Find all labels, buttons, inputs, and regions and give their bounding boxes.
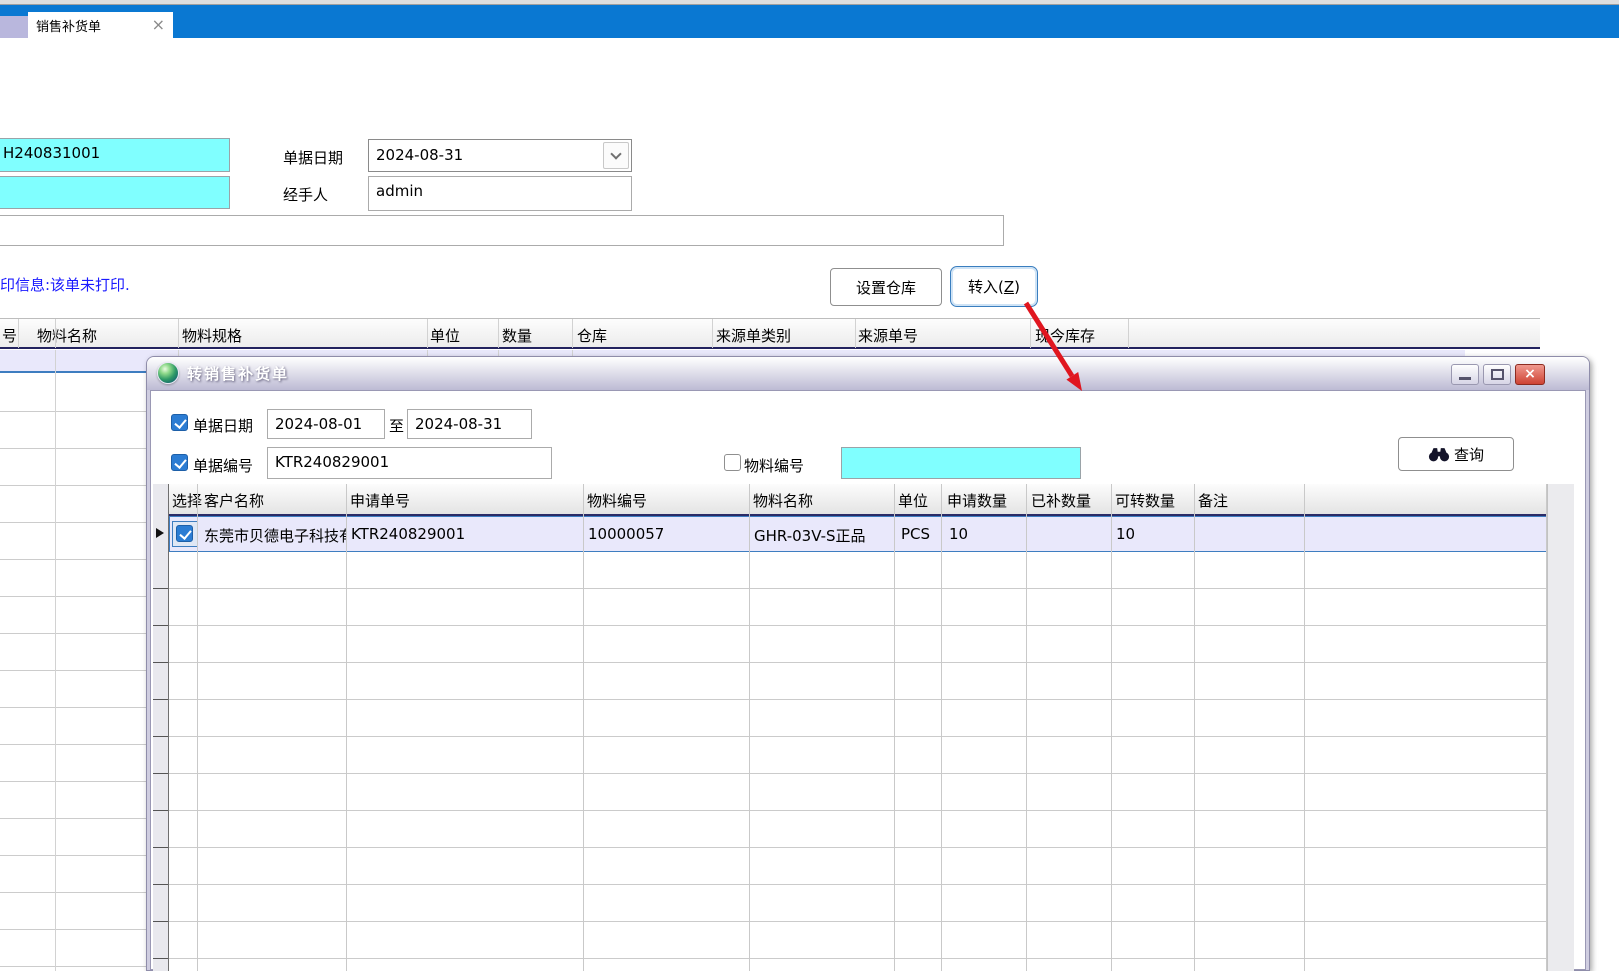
maximize-button[interactable] xyxy=(1483,364,1511,385)
main-grid-gridline xyxy=(55,350,56,971)
maximize-icon xyxy=(1491,369,1504,380)
col-unit[interactable]: 单位 xyxy=(430,325,460,346)
transfer-in-label-post: ) xyxy=(1014,278,1020,296)
transfer-in-label-pre: 转入( xyxy=(968,276,1004,297)
print-status-text: 印信息:该单未打印. xyxy=(0,274,130,295)
material-filter-checkbox[interactable] xyxy=(724,454,741,471)
minimize-button[interactable] xyxy=(1451,364,1479,385)
date-to-field[interactable]: 2024-08-31 xyxy=(407,409,532,439)
dcol-remark[interactable]: 备注 xyxy=(1198,490,1228,511)
handler-label: 经手人 xyxy=(283,184,328,205)
transfer-in-mnemonic: Z xyxy=(1004,278,1014,296)
handler-field[interactable]: admin xyxy=(368,176,632,211)
row-select-checkbox[interactable] xyxy=(176,525,193,542)
set-warehouse-label: 设置仓库 xyxy=(856,277,916,298)
tab-label: 销售补货单 xyxy=(36,16,152,35)
remark-field[interactable] xyxy=(0,215,1004,246)
dialog-grid-header: 选择 客户名称 申请单号 物料编号 物料名称 单位 申请数量 已补数量 可转数量… xyxy=(169,484,1547,516)
tab-corner-decoration xyxy=(0,16,28,38)
cell-unit: PCS xyxy=(901,525,941,543)
cell-apply-no: KTR240829001 xyxy=(351,525,581,543)
col-current-stock[interactable]: 现今库存 xyxy=(1035,325,1095,346)
col-warehouse[interactable]: 仓库 xyxy=(577,325,607,346)
doc-date-value: 2024-08-31 xyxy=(376,146,463,164)
dcol-material-name[interactable]: 物料名称 xyxy=(753,490,813,511)
dialog-title: 转销售补货单 xyxy=(187,363,289,384)
col-qty[interactable]: 数量 xyxy=(502,325,532,346)
chevron-down-icon xyxy=(610,148,621,159)
tab-close-icon[interactable]: × xyxy=(152,17,165,33)
transfer-dialog: 转销售补货单 × 单据日期 2024-08-01 至 2024-08-31 单据… xyxy=(146,356,1590,971)
docno-filter-checkbox[interactable] xyxy=(171,454,188,471)
date-from-field[interactable]: 2024-08-01 xyxy=(267,409,385,439)
query-label: 查询 xyxy=(1454,444,1484,465)
dialog-grid-row[interactable]: 东莞市贝德电子科技有限 KTR240829001 10000057 GHR-03… xyxy=(169,516,1547,552)
date-filter-checkbox[interactable] xyxy=(171,414,188,431)
app-window: 销售补货单 × H240831001 单据日期 2024-08-31 经手人 a… xyxy=(0,0,1619,971)
dcol-replenished[interactable]: 已补数量 xyxy=(1031,490,1091,511)
cell-apply-qty: 10 xyxy=(949,525,1025,543)
dcol-transferable[interactable]: 可转数量 xyxy=(1115,490,1175,511)
doc-no-field-2[interactable] xyxy=(0,176,230,209)
date-label: 单据日期 xyxy=(283,147,343,168)
tab-sales-replenishment[interactable]: 销售补货单 × xyxy=(28,12,173,38)
material-filter-label: 物料编号 xyxy=(744,455,804,476)
grid-row-header-column xyxy=(153,484,169,971)
dialog-grid-empty-rows[interactable] xyxy=(169,552,1547,971)
doc-no-field[interactable]: H240831001 xyxy=(0,138,230,172)
cell-material-no: 10000057 xyxy=(588,525,746,543)
date-range-to-label: 至 xyxy=(389,415,404,436)
dcol-unit[interactable]: 单位 xyxy=(898,490,928,511)
dialog-grid: 选择 客户名称 申请单号 物料编号 物料名称 单位 申请数量 已补数量 可转数量… xyxy=(153,484,1574,971)
docno-filter-label: 单据编号 xyxy=(193,455,253,476)
cell-transferable: 10 xyxy=(1116,525,1192,543)
col-source-no[interactable]: 来源单号 xyxy=(858,325,918,346)
transfer-in-button[interactable]: 转入(Z) xyxy=(950,266,1038,307)
date-filter-label: 单据日期 xyxy=(193,415,253,436)
app-globe-icon xyxy=(157,362,179,384)
title-bar xyxy=(0,5,1619,38)
docno-field[interactable]: KTR240829001 xyxy=(267,447,552,479)
col-material-no[interactable]: 号 xyxy=(2,325,17,346)
dcol-apply-no[interactable]: 申请单号 xyxy=(350,490,410,511)
doc-date-combobox[interactable]: 2024-08-31 xyxy=(368,139,632,172)
dcol-customer[interactable]: 客户名称 xyxy=(204,490,264,511)
close-button[interactable]: × xyxy=(1515,364,1545,385)
col-material-spec[interactable]: 物料规格 xyxy=(182,325,242,346)
material-no-field[interactable] xyxy=(841,447,1081,479)
cell-customer: 东莞市贝德电子科技有限 xyxy=(204,525,346,546)
current-row-marker-icon xyxy=(156,528,164,538)
col-material-name[interactable]: 物料名称 xyxy=(37,325,97,346)
dialog-title-bar[interactable]: 转销售补货单 × xyxy=(147,357,1589,390)
query-button[interactable]: 查询 xyxy=(1398,437,1514,471)
dcol-material-no[interactable]: 物料编号 xyxy=(587,490,647,511)
grid-filler-area xyxy=(1547,484,1574,971)
dcol-apply-qty[interactable]: 申请数量 xyxy=(947,490,1007,511)
set-warehouse-button[interactable]: 设置仓库 xyxy=(830,268,942,306)
main-grid-header: 号 物料名称 物料规格 单位 数量 仓库 来源单类别 来源单号 现今库存 xyxy=(0,318,1540,349)
binoculars-icon xyxy=(1428,447,1450,462)
cell-material-name: GHR-03V-S正品 xyxy=(754,525,892,546)
combobox-dropdown-button[interactable] xyxy=(603,142,629,169)
minimize-icon xyxy=(1459,377,1471,380)
col-source-type[interactable]: 来源单类别 xyxy=(716,325,791,346)
